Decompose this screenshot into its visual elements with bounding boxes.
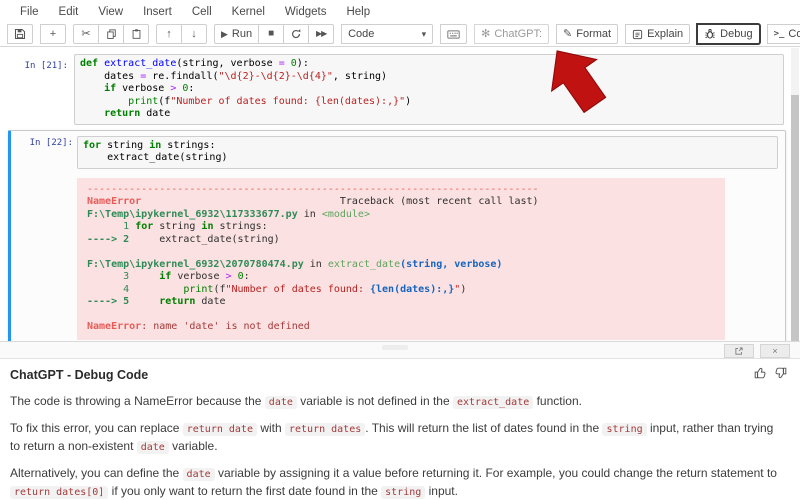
error-output: ----------------------------------------… [77,177,725,340]
plus-icon: + [49,27,57,40]
code-editor-21[interactable]: def extract_date(string, verbose = 0): d… [74,54,784,125]
run-label: Run [231,28,253,40]
menu-cell[interactable]: Cell [182,6,222,18]
menu-widgets[interactable]: Widgets [275,6,337,18]
close-icon: × [772,346,778,356]
open-in-new-button[interactable] [724,344,754,358]
menu-help[interactable]: Help [336,6,380,18]
code-22: for string in strings: extract_date(stri… [83,139,228,164]
menu-file[interactable]: File [10,6,49,18]
answer-paragraph-3: Alternatively, you can define the date v… [10,466,777,499]
notebook-scrollbar-thumb[interactable] [791,95,799,341]
play-icon: ▶ [221,28,228,39]
keyboard-icon [447,29,460,39]
chatgpt-panel-header: × [0,341,800,359]
menu-edit[interactable]: Edit [49,6,89,18]
code-editor-22[interactable]: for string in strings: extract_date(stri… [77,135,778,169]
interrupt-kernel-button[interactable]: ■ [258,24,285,44]
stop-icon: ■ [268,28,275,39]
cell-type-select[interactable]: Code ▾ [341,24,434,44]
menu-kernel[interactable]: Kernel [222,6,275,18]
terminal-icon: >_ [773,28,785,39]
close-panel-button[interactable]: × [760,344,790,358]
arrow-down-icon: ↓ [191,27,197,40]
paste-cell-button[interactable] [123,24,149,44]
thumbs-up-icon [754,367,766,379]
menu-insert[interactable]: Insert [133,6,182,18]
open-in-new-icon [735,347,743,355]
chatgpt-debug-panel: ChatGPT - Debug Code The code is throwin… [0,359,800,499]
input-prompt: In [21]: [24,61,68,71]
chatgpt-complete-button[interactable]: >_ Complete [766,24,800,44]
explain-icon [632,29,643,39]
thumbs-up-button[interactable] [753,366,767,383]
code-cell-22-selected[interactable]: In [22]: for string in strings: extract_… [8,129,786,341]
thumbs-down-icon [775,367,787,379]
cell-type-value: Code [348,28,375,40]
panel-resize-grip[interactable] [382,345,408,350]
cut-cell-button[interactable]: ✂ [73,24,99,44]
notebook-toolbar: + ✂ ↑ ↓ ▶ Run ■ ▶▶ Code ▾ ✻ ChatGPT: ✎ F… [0,24,800,47]
answer-paragraph-1: The code is throwing a NameError because… [10,394,582,409]
chatgpt-debug-button[interactable]: Debug [697,24,760,44]
paste-icon [132,29,140,39]
input-prompt: In [22]: [29,137,73,148]
panel-title: ChatGPT - Debug Code [10,367,149,382]
command-palette-button[interactable] [440,24,468,44]
restart-icon [292,29,301,39]
copy-cell-button[interactable] [98,24,124,44]
scissors-icon: ✂ [81,27,91,40]
save-button[interactable] [7,24,33,44]
restart-run-all-button[interactable]: ▶▶ [308,24,335,44]
chatgpt-explain-button[interactable]: Explain [625,24,691,44]
move-cell-down-button[interactable]: ↓ [181,24,207,44]
copy-icon [106,29,116,39]
pen-icon: ✎ [563,27,573,40]
move-cell-up-button[interactable]: ↑ [156,24,182,44]
run-button[interactable]: ▶ Run [214,24,260,44]
chatgpt-logo-icon: ✻ [481,27,491,40]
answer-paragraph-2: To fix this error, you can replace retur… [10,421,774,454]
fast-forward-icon: ▶▶ [315,29,327,38]
restart-kernel-button[interactable] [283,24,310,44]
code-21: def extract_date(string, verbose = 0): d… [80,58,412,119]
chevron-down-icon: ▾ [421,28,427,39]
traceback-text: ----------------------------------------… [87,183,539,333]
add-cell-button[interactable]: + [40,24,66,44]
notebook-scrollbar-track[interactable] [791,48,799,341]
menu-view[interactable]: View [88,6,133,18]
chatgpt-format-button[interactable]: ✎ Format [556,24,619,44]
save-icon [14,28,26,40]
bug-icon [705,29,715,39]
code-cell-21: In [21]: def extract_date(string, verbos… [0,54,786,125]
thumbs-down-button[interactable] [774,366,788,383]
chatgpt-extension-label: ✻ ChatGPT: [474,24,550,44]
notebook-area: In [21]: def extract_date(string, verbos… [0,48,800,341]
arrow-up-icon: ↑ [166,27,172,40]
menu-bar: File Edit View Insert Cell Kernel Widget… [0,0,800,24]
